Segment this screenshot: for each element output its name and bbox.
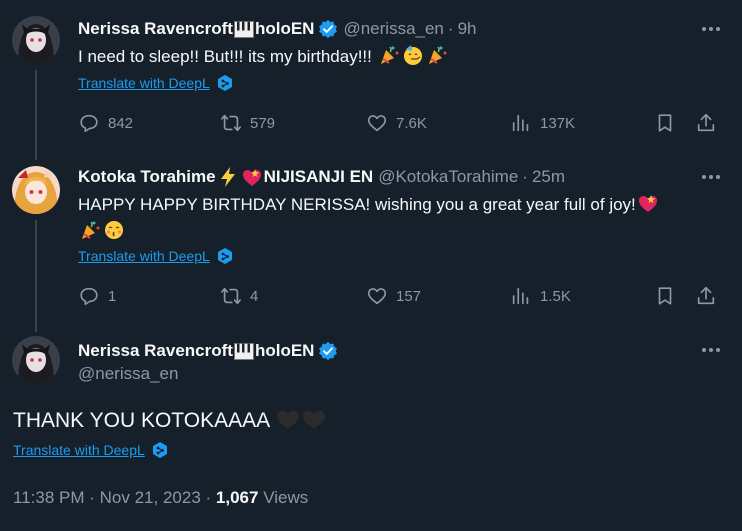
- display-name[interactable]: Nerissa Ravencroft: [78, 341, 233, 361]
- reply-count: 842: [108, 114, 134, 132]
- views-label: Views: [263, 488, 309, 507]
- views-count: 137K: [540, 114, 576, 132]
- black-heart-emoji-icon: [276, 410, 299, 429]
- tweet-text: HAPPY HAPPY BIRTHDAY NERISSA! wishing yo…: [78, 191, 718, 245]
- tweet-header: Kotoka Torahime NIJISANJI EN @KotokaTora…: [78, 164, 565, 190]
- tweet-text-content: I need to sleep!! But!!! its my birthday…: [78, 47, 372, 66]
- translate-label: Translate with DeepL: [78, 248, 210, 264]
- avatar[interactable]: [12, 16, 60, 64]
- tweet-header: Nerissa Ravencroft holoEN @nerissa_en · …: [78, 16, 477, 42]
- handle[interactable]: @nerissa_en: [78, 364, 178, 383]
- display-name-suffix[interactable]: holoEN: [255, 341, 315, 361]
- separator: ·: [447, 19, 454, 38]
- party-popper-emoji-icon: [82, 221, 100, 239]
- deepl-icon: [217, 248, 232, 264]
- heart-emoji-icon: [638, 195, 657, 212]
- views-icon: [512, 114, 529, 132]
- tweet-thread: Nerissa Ravencroft holoEN @nerissa_en · …: [0, 0, 742, 531]
- handle[interactable]: @nerissa_en: [343, 19, 443, 39]
- tweet-actions: 1 4 157 1.5K: [78, 282, 728, 310]
- view-count: 1,067: [215, 488, 259, 507]
- main-tweet-text-content: THANK YOU KOTOKAAAA: [13, 409, 269, 432]
- share-button[interactable]: [695, 109, 717, 137]
- more-icon[interactable]: [698, 19, 724, 39]
- tweet-text: I need to sleep!! But!!! its my birthday…: [78, 43, 449, 70]
- display-name[interactable]: Nerissa Ravencroft: [78, 19, 233, 39]
- reply-count: 1: [108, 287, 117, 305]
- bookmark-icon: [658, 287, 672, 305]
- reply-button[interactable]: 1: [78, 282, 116, 310]
- views-icon: [512, 287, 529, 305]
- more-icon[interactable]: [698, 167, 724, 187]
- views-count: 1.5K: [540, 287, 571, 305]
- reply-icon: [80, 114, 98, 133]
- piano-emoji-icon: [233, 20, 254, 38]
- lightning-emoji-icon: [220, 167, 235, 187]
- translate-label: Translate with DeepL: [13, 442, 145, 458]
- deepl-icon: [152, 442, 167, 458]
- tweet-1[interactable]: Nerissa Ravencroft holoEN @nerissa_en · …: [0, 0, 742, 160]
- main-tweet-text: THANK YOU KOTOKAAAA: [13, 407, 327, 433]
- tweet-time[interactable]: 11:38 PM: [13, 488, 85, 507]
- timestamp[interactable]: 9h: [458, 19, 477, 39]
- separator: ·: [522, 167, 528, 186]
- verified-icon: [319, 341, 338, 361]
- party-popper-emoji-icon: [428, 46, 447, 64]
- bookmark-icon: [658, 114, 672, 132]
- retweet-icon: [221, 114, 241, 132]
- tweet-text-content: HAPPY HAPPY BIRTHDAY NERISSA! wishing yo…: [78, 195, 636, 214]
- tweet-meta: 11:38 PM · Nov 21, 2023 · 1,067 Views: [13, 488, 308, 508]
- retweet-count: 4: [250, 287, 259, 305]
- bookmark-button[interactable]: [654, 109, 676, 137]
- kissing-face-emoji-icon: [105, 221, 123, 239]
- reply-icon: [80, 287, 98, 306]
- tweet-date[interactable]: Nov 21, 2023: [100, 488, 201, 507]
- display-name-suffix[interactable]: NIJISANJI EN: [264, 167, 374, 187]
- party-popper-emoji-icon: [380, 46, 399, 64]
- translate-link[interactable]: Translate with DeepL: [13, 441, 169, 459]
- display-name[interactable]: Kotoka Torahime: [78, 167, 216, 187]
- views-button[interactable]: 137K: [510, 109, 575, 137]
- translate-link[interactable]: Translate with DeepL: [78, 247, 234, 265]
- avatar[interactable]: [12, 166, 60, 214]
- heart-emoji-icon: [242, 169, 261, 186]
- translate-link[interactable]: Translate with DeepL: [78, 74, 234, 92]
- like-icon: [367, 288, 387, 305]
- share-icon: [697, 286, 715, 305]
- like-count: 157: [396, 287, 422, 305]
- display-name-suffix[interactable]: holoEN: [255, 19, 315, 39]
- main-handle-block: @nerissa_en: [78, 364, 178, 384]
- verified-icon: [319, 19, 338, 39]
- separator: ·: [205, 488, 216, 507]
- views-button[interactable]: 1.5K: [510, 282, 571, 310]
- retweet-button[interactable]: 579: [220, 109, 275, 137]
- like-button[interactable]: 157: [366, 282, 421, 310]
- separator: ·: [89, 488, 100, 507]
- black-heart-emoji-icon: [302, 410, 325, 429]
- timestamp[interactable]: 25m: [532, 167, 565, 187]
- retweet-button[interactable]: 4: [220, 282, 258, 310]
- like-icon: [367, 115, 387, 132]
- reply-button[interactable]: 842: [78, 109, 133, 137]
- piano-emoji-icon: [233, 342, 254, 360]
- like-button[interactable]: 7.6K: [366, 109, 427, 137]
- retweet-icon: [221, 287, 241, 305]
- bookmark-button[interactable]: [654, 282, 676, 310]
- partying-face-emoji-icon: [403, 45, 422, 65]
- translate-label: Translate with DeepL: [78, 75, 210, 91]
- deepl-icon: [217, 75, 232, 91]
- tweet-actions: 842 579 7.6K 137K: [78, 109, 728, 137]
- share-icon: [697, 113, 715, 132]
- share-button[interactable]: [695, 282, 717, 310]
- retweet-count: 579: [250, 114, 276, 132]
- avatar[interactable]: [12, 336, 60, 384]
- more-icon[interactable]: [698, 340, 724, 360]
- main-tweet-header: Nerissa Ravencroft holoEN: [78, 338, 338, 364]
- tweet-2[interactable]: Kotoka Torahime NIJISANJI EN @KotokaTora…: [0, 160, 742, 330]
- handle[interactable]: @KotokaTorahime: [378, 167, 518, 187]
- like-count: 7.6K: [396, 114, 427, 132]
